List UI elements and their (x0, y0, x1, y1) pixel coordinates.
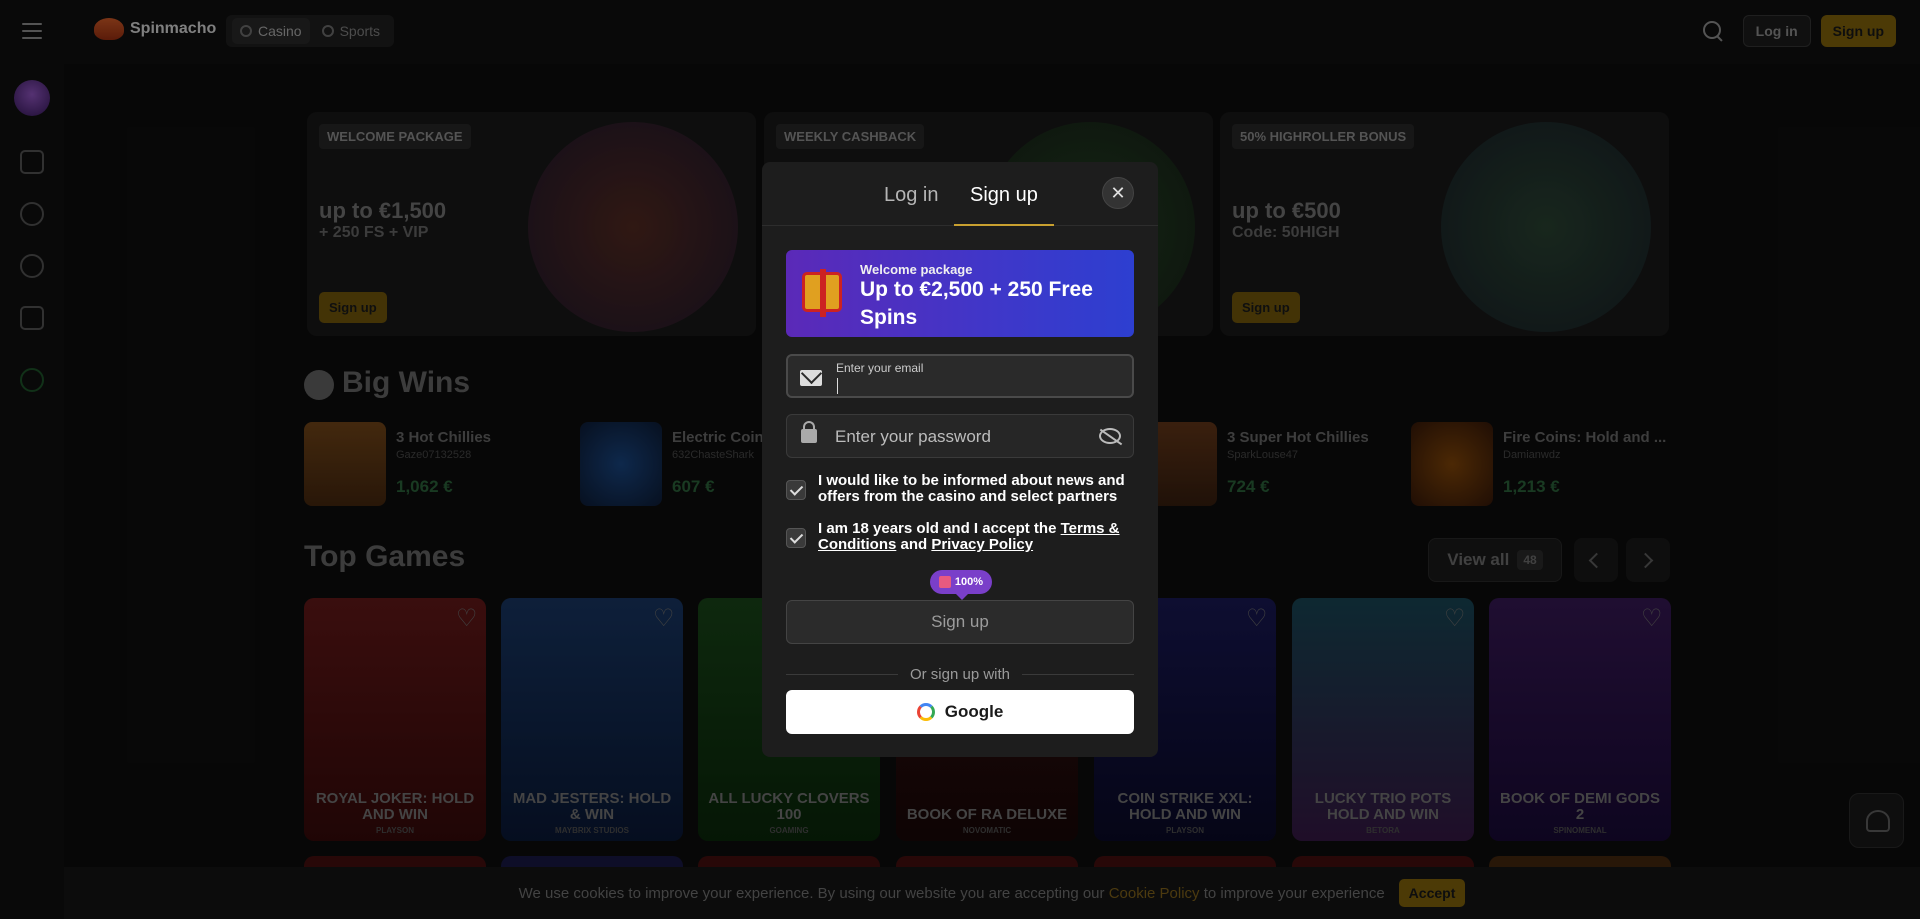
password-placeholder: Enter your password (835, 427, 991, 446)
google-signup-button[interactable]: Google (786, 690, 1134, 734)
eye-off-icon[interactable] (1099, 428, 1121, 444)
divider-label: Or sign up with (909, 666, 1011, 683)
news-consent-label: I would like to be informed about news a… (818, 472, 1125, 505)
gift-icon (802, 269, 842, 317)
bonus-percent: 100% (954, 576, 984, 588)
welcome-banner: Welcome package Up to €2,500 + 250 Free … (786, 250, 1134, 337)
banner-title: Welcome package (860, 262, 973, 277)
email-label: Enter your email (836, 361, 924, 375)
privacy-link[interactable]: Privacy Policy (931, 536, 1033, 553)
auth-modal: Log in Sign up ✕ Welcome package Up to €… (762, 162, 1158, 757)
email-field[interactable]: Enter your email (786, 354, 1134, 398)
banner-offer: Up to €2,500 + 250 Free Spins (860, 278, 1093, 329)
social-divider: Or sign up with (786, 666, 1134, 683)
google-icon (916, 703, 935, 721)
password-field[interactable]: Enter your password (786, 414, 1134, 458)
auth-tabs: Log in Sign up ✕ (762, 162, 1158, 226)
lock-icon (801, 421, 817, 443)
close-icon[interactable]: ✕ (1102, 177, 1134, 209)
age-terms-label: I am 18 years old and I accept the Terms… (818, 520, 1120, 553)
mail-icon (800, 370, 822, 386)
news-consent-checkbox[interactable] (786, 480, 806, 500)
tab-login[interactable]: Log in (884, 184, 939, 207)
text-caret (837, 378, 838, 394)
gift-small-icon (938, 576, 951, 588)
age-terms-checkbox[interactable] (786, 528, 806, 548)
active-tab-indicator (954, 224, 1054, 226)
google-label: Google (944, 702, 1004, 721)
bonus-badge: 100% (930, 570, 992, 600)
tab-signup[interactable]: Sign up (970, 184, 1038, 207)
signup-submit-button[interactable]: Sign up (786, 600, 1134, 644)
